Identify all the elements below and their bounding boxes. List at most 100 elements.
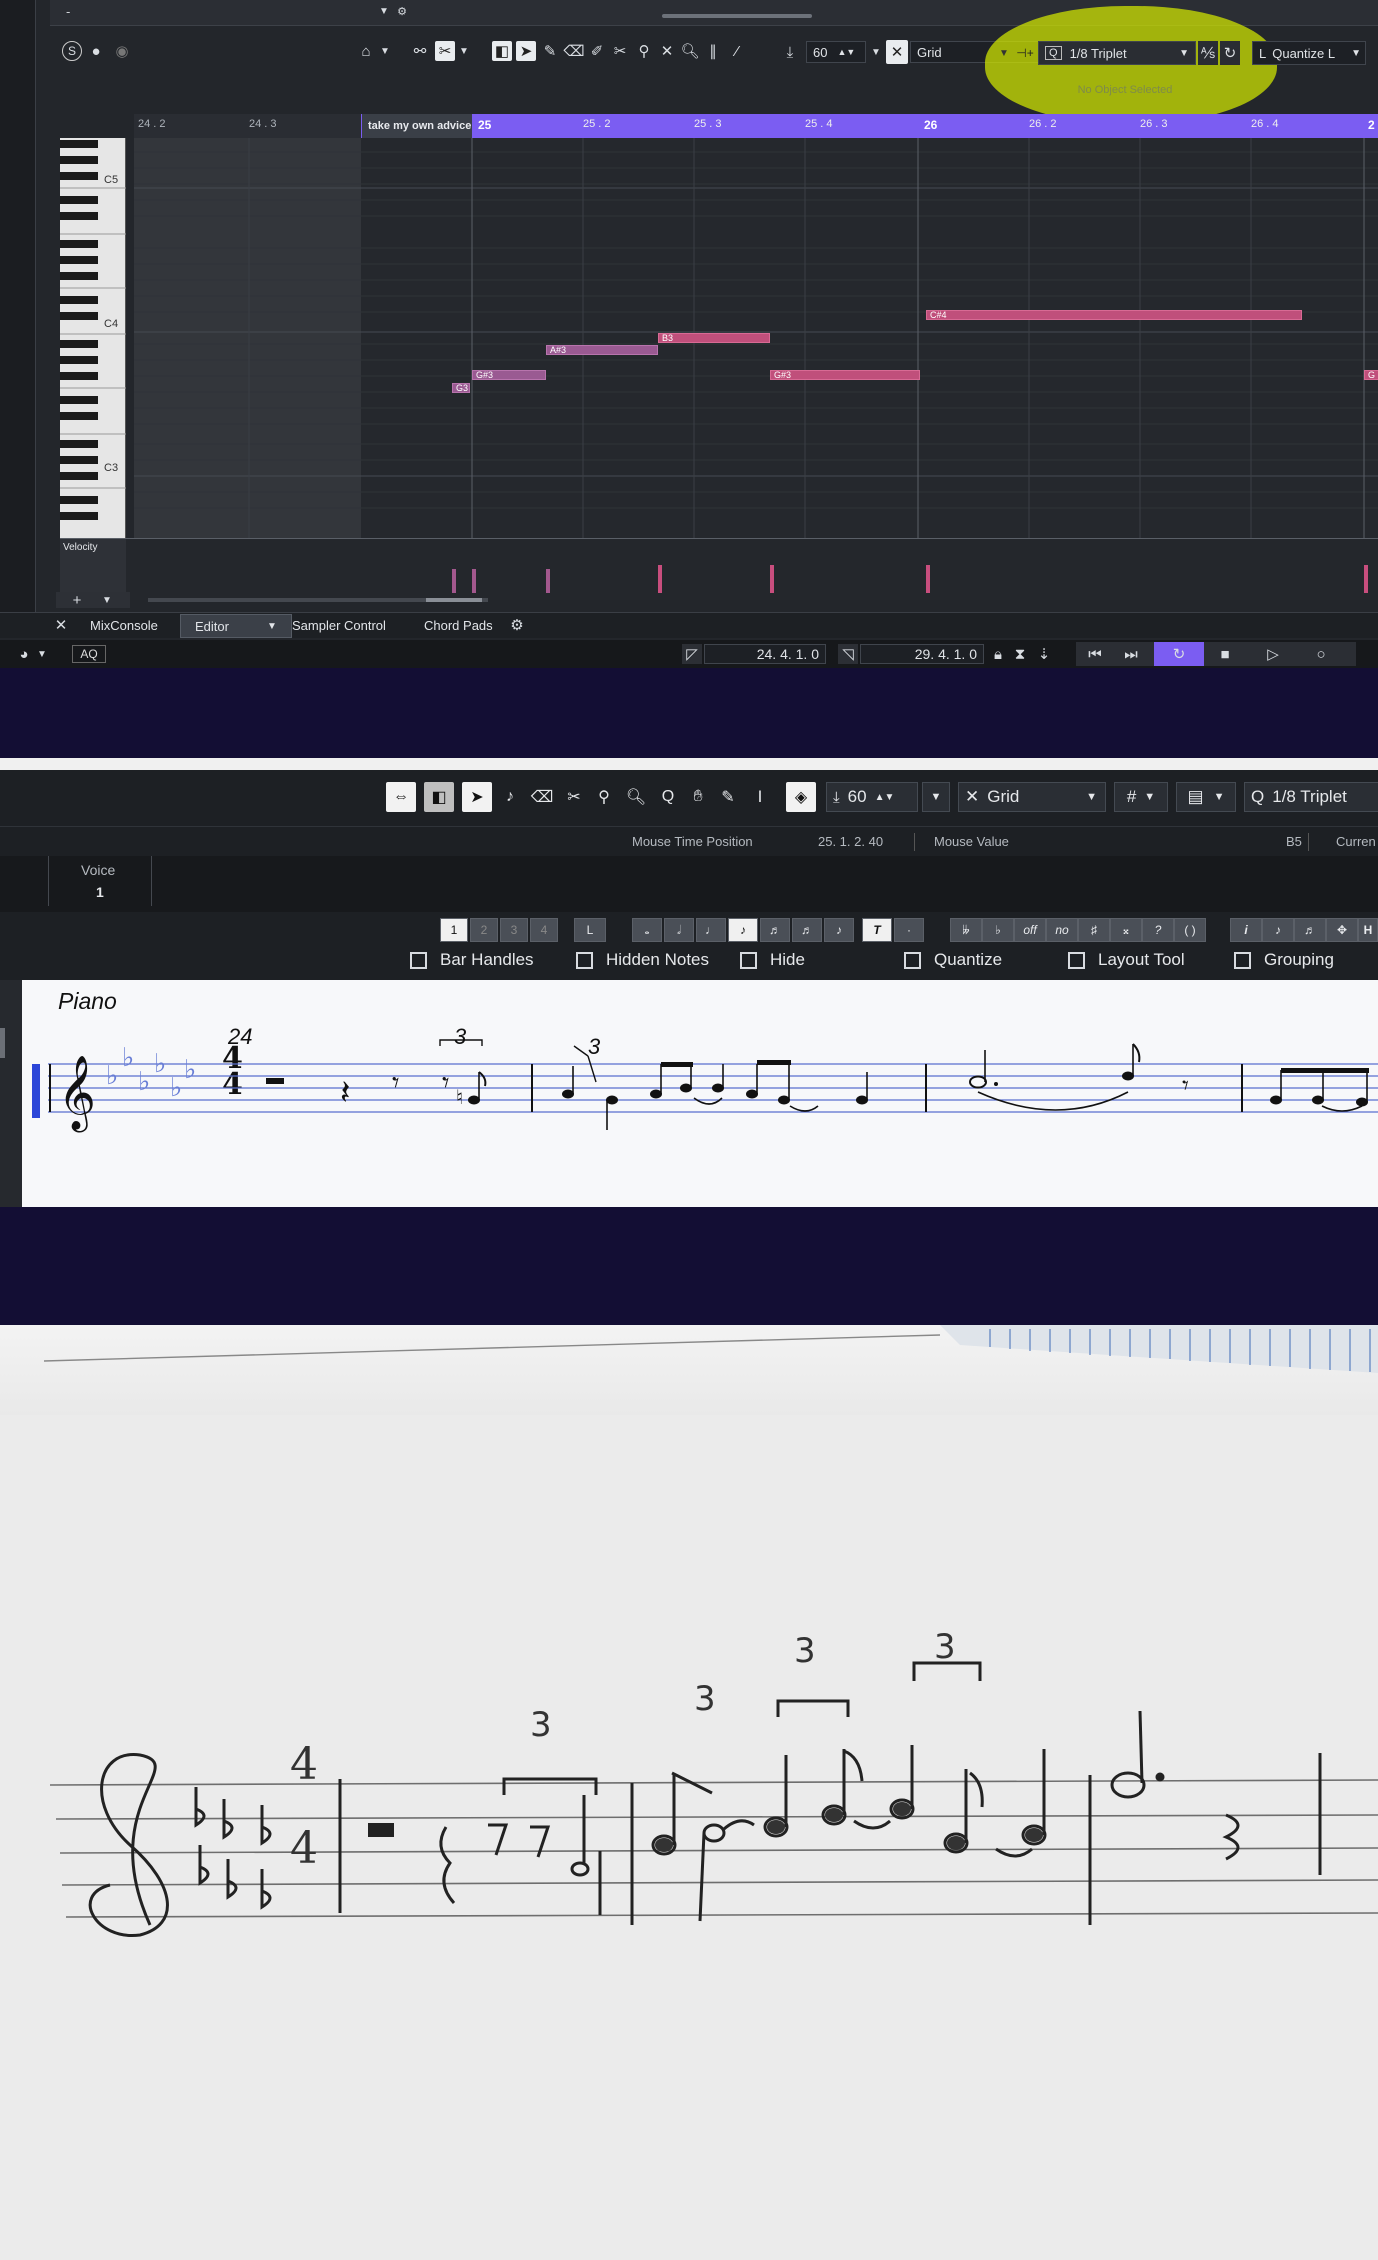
- pencil-icon[interactable]: ✎: [714, 782, 742, 812]
- voice-tab-4[interactable]: 4: [530, 918, 558, 942]
- midi-note[interactable]: G: [1364, 370, 1378, 380]
- sixteenth-note-icon[interactable]: ♬: [760, 918, 790, 942]
- stepper-icon[interactable]: ▲▼: [875, 792, 895, 803]
- question-button[interactable]: ?: [1142, 918, 1174, 942]
- velocity-bar[interactable]: [546, 569, 550, 593]
- flat-button[interactable]: ♭: [982, 918, 1014, 942]
- trim-icon[interactable]: ✐: [587, 41, 607, 61]
- tab-editor[interactable]: Editor ▼: [180, 614, 292, 638]
- quantize-preset-select[interactable]: Q 1/8 Triplet ▼: [1038, 41, 1196, 65]
- velocity-bar[interactable]: [658, 565, 662, 593]
- hidden-notes-checkbox[interactable]: Hidden Notes: [576, 950, 709, 970]
- tab-mixconsole[interactable]: MixConsole: [76, 614, 172, 636]
- voice-tab-lock[interactable]: L: [574, 918, 606, 942]
- move-icon[interactable]: ✥: [1326, 918, 1358, 942]
- punch-icon[interactable]: ⧗: [1010, 644, 1030, 664]
- horizontal-scrollbar[interactable]: [662, 14, 812, 18]
- link-icon[interactable]: ⚯: [410, 41, 430, 61]
- erase-icon[interactable]: ⌫: [528, 782, 556, 812]
- stop-icon[interactable]: ■: [1210, 642, 1240, 666]
- split-editor-icon[interactable]: ⇔: [386, 782, 416, 812]
- left-locator-field[interactable]: 24. 4. 1. 0: [704, 644, 826, 664]
- quantize-preset-select[interactable]: Q 1/8 Triplet: [1244, 782, 1378, 812]
- object-selection-icon[interactable]: ➤: [516, 41, 536, 61]
- bar-handles-checkbox[interactable]: Bar Handles: [410, 950, 534, 970]
- accidental-no-button[interactable]: no: [1046, 918, 1078, 942]
- accidental-off-button[interactable]: off: [1014, 918, 1046, 942]
- dotted-icon[interactable]: ·: [894, 918, 924, 942]
- swing-icon[interactable]: ⅍: [1198, 41, 1218, 65]
- record-icon[interactable]: ●: [86, 41, 106, 61]
- voice-tab-3[interactable]: 3: [500, 918, 528, 942]
- sharp-button[interactable]: ♯: [1078, 918, 1110, 942]
- cycle-icon[interactable]: ↻: [1154, 642, 1204, 666]
- velocity-bar[interactable]: [472, 569, 476, 593]
- acoustic-feedback-icon[interactable]: ◧: [492, 41, 512, 61]
- cursor-scissors-icon[interactable]: ✂: [435, 41, 455, 61]
- dropdown-icon[interactable]: ▼: [36, 644, 48, 664]
- voice-selector[interactable]: Voice 1: [48, 856, 152, 906]
- auto-quantize-button[interactable]: AQ: [72, 645, 106, 663]
- midi-note[interactable]: G#3: [770, 370, 920, 380]
- group-notes-icon[interactable]: ♬: [1294, 918, 1326, 942]
- score-page[interactable]: Piano 24 3 3 4 4 𝄞 ♭ ♭ ♭ ♭ ♭ ♭ 𝄽 𝄾 𝄾 ♮ 𝄾: [22, 980, 1378, 1207]
- half-note-icon[interactable]: 𝅗𝅥: [664, 918, 694, 942]
- hand-icon[interactable]: ✋︎: [684, 782, 712, 812]
- velocity-dropdown[interactable]: ▼: [922, 782, 950, 812]
- sixty-fourth-note-icon[interactable]: ♪: [824, 918, 854, 942]
- layers-icon[interactable]: ◈: [786, 782, 816, 812]
- go-to-end-icon[interactable]: ⏭: [1116, 642, 1146, 666]
- scroll-handle[interactable]: [0, 1028, 5, 1058]
- velocity-bar[interactable]: [1364, 565, 1368, 593]
- midi-note[interactable]: B3: [658, 333, 770, 343]
- gear-icon[interactable]: ⚙: [508, 616, 526, 634]
- right-locator-field[interactable]: 29. 4. 1. 0: [860, 644, 984, 664]
- grace-note-icon[interactable]: ♪: [1262, 918, 1294, 942]
- midi-note[interactable]: C#4: [926, 310, 1302, 320]
- display-settings-button[interactable]: ▤ ▼: [1176, 782, 1236, 812]
- quantize-tool-icon[interactable]: Q: [654, 782, 682, 812]
- time-warp-icon[interactable]: ⁄: [727, 41, 747, 61]
- insert-velocity-field[interactable]: 60 ▲▼: [806, 41, 866, 63]
- velocity-bar[interactable]: [770, 565, 774, 593]
- eighth-note-icon[interactable]: ♪: [728, 918, 758, 942]
- grid-settings-button[interactable]: # ▼: [1114, 782, 1168, 812]
- zoom-icon[interactable]: 🔍︎: [622, 782, 650, 812]
- solo-editor-icon[interactable]: S: [62, 41, 82, 61]
- info-icon[interactable]: i: [1230, 918, 1262, 942]
- sync-icon[interactable]: ⇣: [1034, 644, 1054, 664]
- auto-scroll-icon[interactable]: ⌂: [356, 41, 376, 61]
- voice-tab-1[interactable]: 1: [440, 918, 468, 942]
- dropdown-icon[interactable]: ▼: [866, 41, 886, 63]
- length-quantize-select[interactable]: L Quantize L ▼: [1252, 41, 1366, 65]
- add-lane-icon[interactable]: +: [70, 592, 84, 609]
- lock-icon[interactable]: 🔒︎: [988, 644, 1008, 664]
- acoustic-feedback-icon[interactable]: ◧: [424, 782, 454, 812]
- grid-scrollbar-thumb[interactable]: [426, 598, 482, 602]
- midi-note[interactable]: G#3: [472, 370, 546, 380]
- line-icon[interactable]: ∥: [703, 41, 723, 61]
- auto-quantize-icon[interactable]: ↻: [1220, 41, 1240, 65]
- glue-icon[interactable]: ⚲: [634, 41, 654, 61]
- right-locator-icon[interactable]: ◹: [838, 644, 858, 664]
- insert-velocity-field[interactable]: ⤓ 60 ▲▼: [826, 782, 918, 812]
- piano-keyboard[interactable]: C5 C4 C3: [60, 138, 126, 538]
- listen-icon[interactable]: ◉: [112, 41, 132, 61]
- ruler[interactable]: 24 . 2 24 . 3 25 25 . 2 25 . 3 25 . 4 26…: [134, 114, 1378, 138]
- snap-on-off-icon[interactable]: ✕: [886, 40, 908, 64]
- split-icon[interactable]: ✂: [610, 41, 630, 61]
- quarter-note-icon[interactable]: ♩: [696, 918, 726, 942]
- dropdown-icon[interactable]: ▼: [377, 4, 391, 18]
- triplet-icon[interactable]: T: [862, 918, 892, 942]
- lane-presets-icon[interactable]: ▼: [100, 592, 114, 608]
- dropdown-icon[interactable]: ▼: [996, 42, 1012, 64]
- glue-icon[interactable]: ⚲: [590, 782, 618, 812]
- quantize-checkbox[interactable]: Quantize: [904, 950, 1002, 970]
- text-cursor-icon[interactable]: Ⅰ: [746, 782, 774, 812]
- double-sharp-button[interactable]: 𝄪: [1110, 918, 1142, 942]
- insert-note-icon[interactable]: ♪: [496, 782, 524, 812]
- draw-icon[interactable]: ✎: [540, 41, 560, 61]
- thirty-second-note-icon[interactable]: ♬: [792, 918, 822, 942]
- note-grid[interactable]: G3 G#3 A#3 B3 G#3 C#4 G: [134, 138, 1378, 538]
- double-flat-button[interactable]: 𝄫: [950, 918, 982, 942]
